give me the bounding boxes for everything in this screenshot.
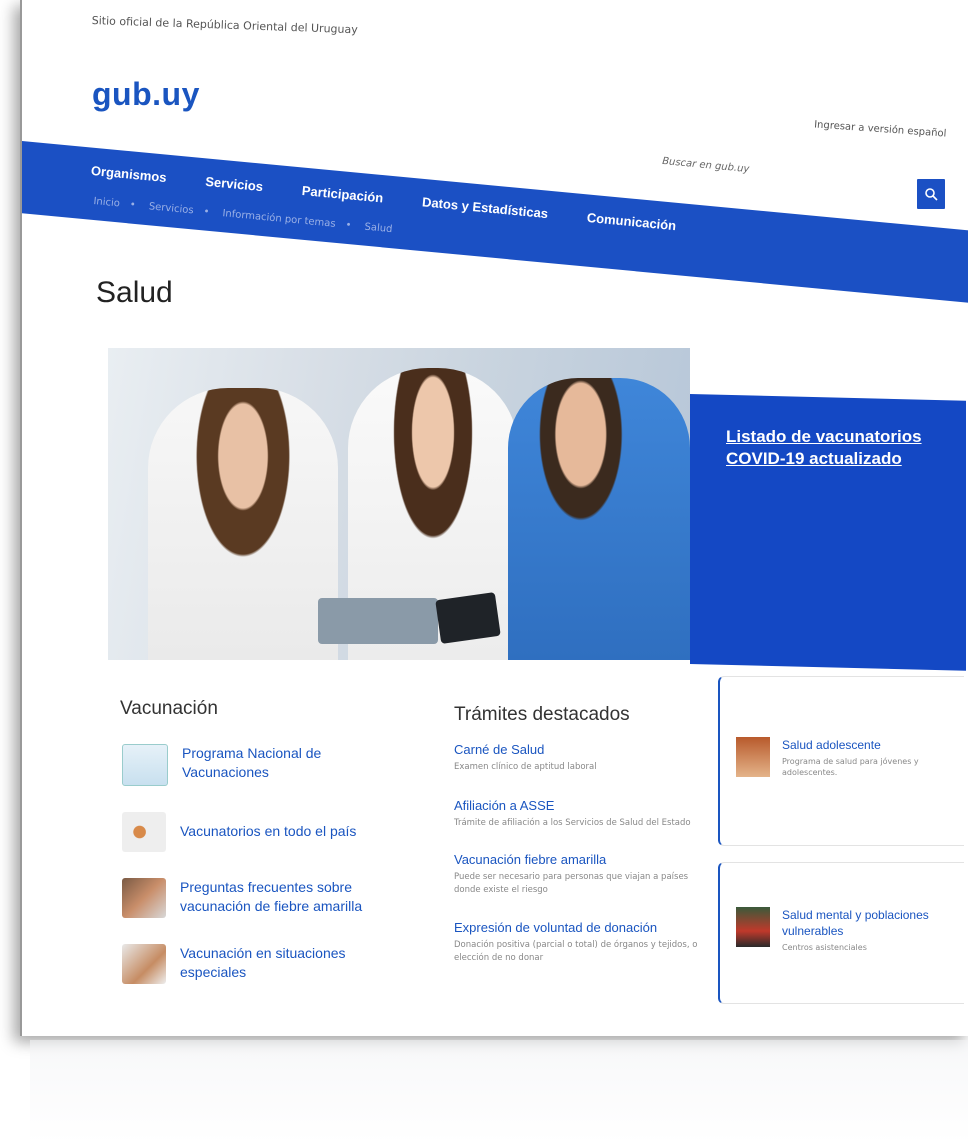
vac-item-label: Preguntas frecuentes sobre vacunación de… [180,879,363,914]
nav-item-comunicacion[interactable]: Comunicación [586,210,677,233]
side-card-salud-mental[interactable]: Salud mental y poblaciones vulnerables C… [718,862,964,1004]
tramite-item[interactable]: Carné de Salud Examen clínico de aptitud… [454,742,704,774]
list-item[interactable]: Vacunatorios en todo el país [122,812,402,852]
nav-item-organismos[interactable]: Organismos [90,163,167,185]
page-title: Salud [96,276,173,309]
tramite-title[interactable]: Carné de Salud [454,742,704,757]
tramite-title[interactable]: Expresión de voluntad de donación [454,920,704,935]
site-logo[interactable]: gub.uy [92,76,200,113]
breadcrumb-inicio[interactable]: Inicio [93,196,120,209]
list-item[interactable]: Vacunación en situaciones especiales [122,944,402,984]
tramite-desc: Puede ser necesario para personas que vi… [454,872,689,895]
side-item-title[interactable]: Salud mental y poblaciones vulnerables [782,907,964,939]
tramite-desc: Donación positiva (parcial o total) de ó… [454,940,698,963]
tramite-item[interactable]: Expresión de voluntad de donación Donaci… [454,920,704,965]
injection-photo-icon [122,944,166,984]
vac-item-label: Programa Nacional de Vacunaciones [182,745,322,780]
vaccination-photo-icon [122,878,166,918]
search-icon [925,188,938,201]
search-button[interactable] [916,178,946,210]
language-link[interactable]: Ingresar a versión español [813,119,946,139]
side-item-desc: Centros asistenciales [782,943,867,952]
page-screenshot: Sitio oficial de la República Oriental d… [20,0,968,1036]
tramite-title[interactable]: Afiliación a ASSE [454,798,704,813]
vacunacion-heading: Vacunación [120,698,218,719]
nav-item-participacion[interactable]: Participación [301,183,384,206]
search-input[interactable]: Buscar en gub.uy [662,156,750,175]
side-item[interactable]: Salud mental y poblaciones vulnerables C… [736,907,964,953]
tramite-title[interactable]: Vacunación fiebre amarilla [454,852,704,867]
tramite-item[interactable]: Afiliación a ASSE Trámite de afiliación … [454,798,704,830]
official-site-text: Sitio oficial de la República Oriental d… [91,14,358,37]
page-reflection [30,1040,968,1143]
nav-item-servicios[interactable]: Servicios [205,174,264,194]
vacunas-logo-icon [122,744,168,786]
mental-health-photo-icon [736,907,770,947]
side-item-title[interactable]: Salud adolescente [782,737,964,753]
side-card-adolescente[interactable]: Salud adolescente Programa de salud para… [718,676,964,846]
tramite-desc: Examen clínico de aptitud laboral [454,762,597,772]
side-item[interactable]: Salud adolescente Programa de salud para… [736,737,964,778]
hero-image [108,348,690,660]
tramite-item[interactable]: Vacunación fiebre amarilla Puede ser nec… [454,852,704,897]
vac-item-label: Vacunación en situaciones especiales [180,945,346,980]
tramites-heading: Trámites destacados [454,704,630,725]
vac-item-label: Vacunatorios en todo el país [180,823,357,839]
hero-link[interactable]: Listado de vacunatorios COVID-19 actuali… [726,426,946,470]
list-item[interactable]: Programa Nacional de Vacunaciones [122,744,402,786]
tramite-desc: Trámite de afiliación a los Servicios de… [454,818,691,828]
adolescent-photo-icon [736,737,770,777]
side-item-desc: Programa de salud para jóvenes y adolesc… [782,757,919,777]
list-item[interactable]: Preguntas frecuentes sobre vacunación de… [122,878,402,918]
syringe-icon [122,812,166,852]
